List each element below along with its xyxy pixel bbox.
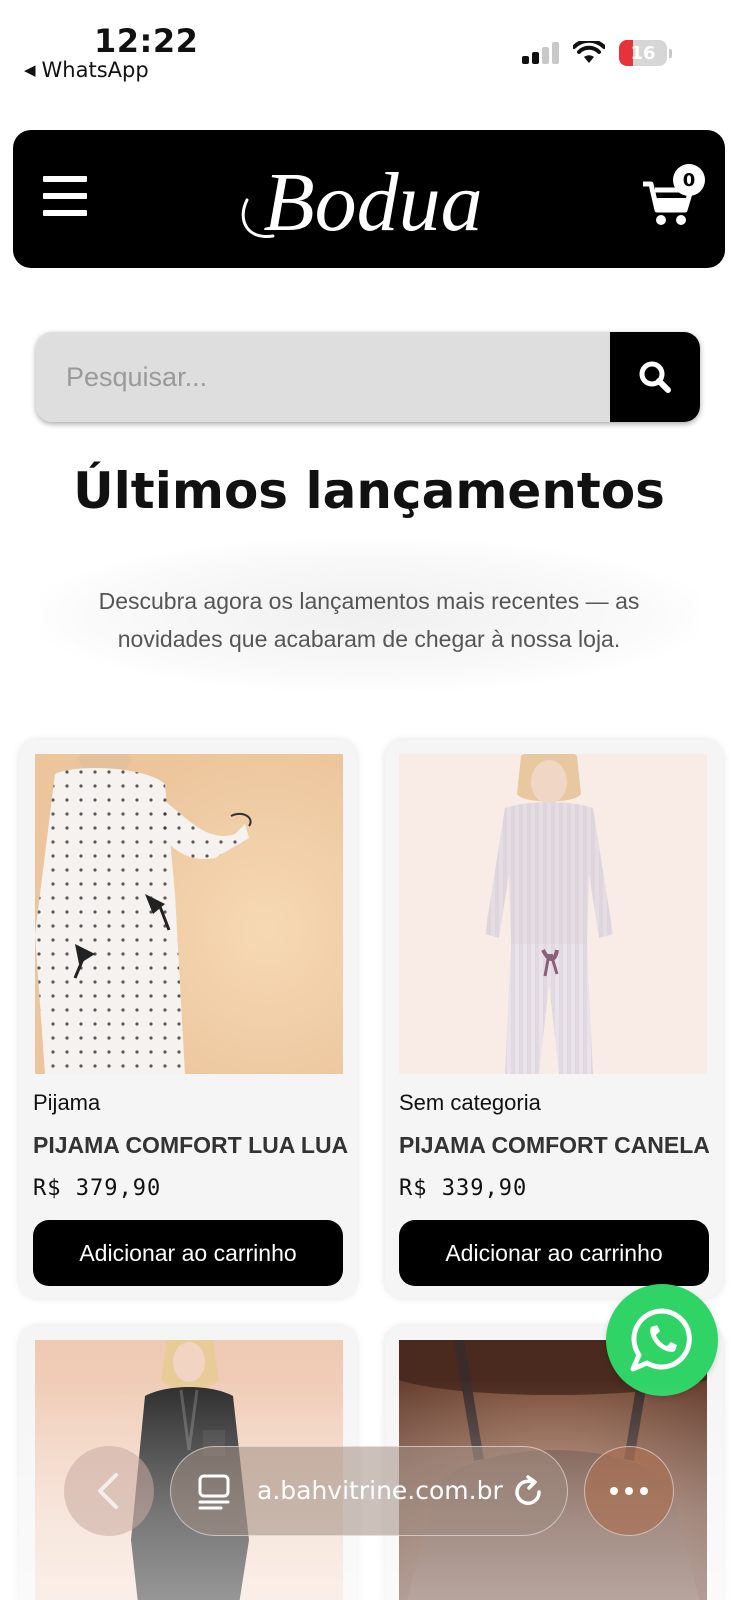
brand-logo[interactable]: Bodua [233, 140, 513, 258]
more-dots-icon [610, 1487, 618, 1495]
wifi-icon [573, 41, 605, 63]
search-button[interactable] [610, 332, 700, 422]
product-image[interactable] [35, 754, 343, 1074]
search-input[interactable] [36, 332, 610, 422]
tab-overview-icon [198, 1474, 230, 1510]
site-header: Bodua 0 [13, 130, 725, 268]
product-card[interactable]: Pijama PIJAMA COMFORT LUA LUA R$ 379,90 … [19, 740, 357, 1298]
browser-back-button[interactable] [64, 1446, 154, 1536]
url-text: a.bahvitrine.com.br [257, 1476, 503, 1505]
battery-icon: 16 [619, 40, 672, 66]
product-name[interactable]: PIJAMA COMFORT CANELADO [399, 1132, 709, 1159]
section-title: Últimos lançamentos [73, 462, 665, 520]
cart-button[interactable]: 0 [643, 164, 705, 230]
more-options-button[interactable] [584, 1446, 674, 1536]
product-category: Sem categoria [399, 1090, 541, 1115]
chevron-left-icon [98, 1473, 118, 1509]
product-card[interactable]: Sem categoria PIJAMA COMFORT CANELADO R$… [385, 740, 723, 1298]
product-category: Pijama [33, 1090, 101, 1115]
product-price: R$ 379,90 [33, 1176, 162, 1201]
back-arrow-icon: ◀ [24, 61, 36, 79]
hamburger-menu-button[interactable] [43, 176, 87, 216]
address-bar[interactable]: a.bahvitrine.com.br [170, 1446, 568, 1536]
status-time: 12:22 [94, 22, 199, 60]
back-app-label: WhatsApp [41, 58, 149, 82]
add-to-cart-button[interactable]: Adicionar ao carrinho [399, 1220, 709, 1286]
product-image[interactable] [399, 754, 707, 1074]
back-to-app-link[interactable]: ◀ WhatsApp [24, 58, 149, 82]
whatsapp-icon [630, 1308, 692, 1372]
cart-count-badge: 0 [673, 164, 705, 196]
section-description: Descubra agora os lançamentos mais recen… [98, 588, 640, 652]
add-to-cart-button[interactable]: Adicionar ao carrinho [33, 1220, 343, 1286]
svg-text:Bodua: Bodua [263, 156, 482, 249]
product-name[interactable]: PIJAMA COMFORT LUA LUA [33, 1132, 351, 1159]
status-indicators: 16 [522, 40, 672, 66]
search-bar [36, 332, 700, 422]
product-price: R$ 339,90 [399, 1176, 528, 1201]
search-icon [639, 361, 671, 393]
cellular-signal-icon [522, 42, 559, 64]
battery-level: 16 [630, 42, 656, 64]
reload-icon[interactable] [511, 1475, 545, 1509]
